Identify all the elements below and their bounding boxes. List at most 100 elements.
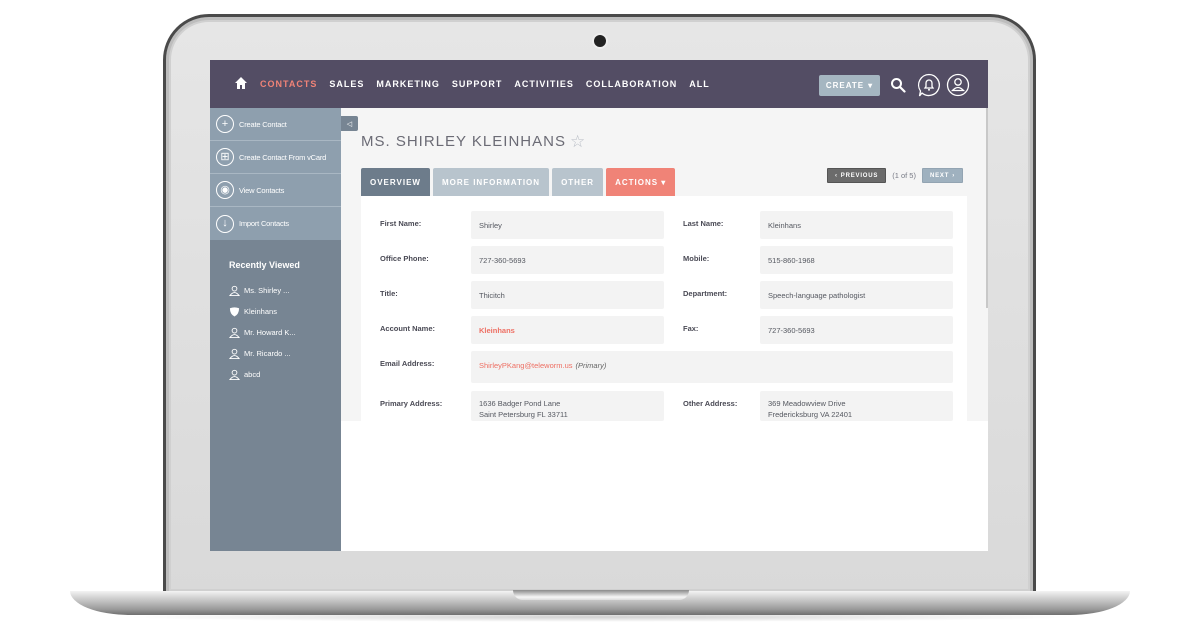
email-label: Email Address: bbox=[380, 359, 435, 368]
field-row: Account Name: Kleinhans Fax: 727-360-569… bbox=[361, 316, 967, 344]
nav-item-sales[interactable]: SALES bbox=[329, 79, 364, 89]
recent-item-label: Mr. Howard K... bbox=[244, 328, 296, 337]
next-button[interactable]: NEXT › bbox=[921, 168, 963, 183]
previous-label: PREVIOUS bbox=[840, 172, 879, 179]
recent-item[interactable]: Mr. Ricardo ... bbox=[229, 343, 341, 364]
person-icon bbox=[229, 285, 240, 296]
vcard-icon: ⊞ bbox=[216, 148, 234, 166]
recent-item[interactable]: Kleinhans bbox=[229, 301, 341, 322]
last-name-label: Last Name: bbox=[683, 219, 724, 228]
nav-menu: CONTACTS SALES MARKETING SUPPORT ACTIVIT… bbox=[260, 60, 710, 108]
other-address-value[interactable]: 369 Meadowview Drive Fredericksburg VA 2… bbox=[760, 391, 953, 421]
create-button[interactable]: CREATE ▾ bbox=[819, 75, 880, 96]
search-icon[interactable] bbox=[890, 77, 906, 93]
fax-value[interactable]: 727-360-5693 bbox=[760, 316, 953, 344]
email-primary-note: (Primary) bbox=[575, 361, 607, 370]
chevron-left-icon: ‹ bbox=[834, 172, 838, 179]
field-row: Email Address: ShirleyPKang@teleworm.us(… bbox=[361, 351, 967, 383]
pager-count: (1 of 5) bbox=[892, 171, 916, 180]
office-phone-label: Office Phone: bbox=[380, 254, 429, 263]
sidebar-action-import-contacts[interactable]: ↓ Import Contacts bbox=[210, 207, 341, 240]
sidebar-action-label: Create Contact bbox=[239, 119, 287, 129]
overview-panel: First Name: Shirley Last Name: Kleinhans… bbox=[361, 196, 967, 421]
field-row: Office Phone: 727-360-5693 Mobile: 515-8… bbox=[361, 246, 967, 274]
primary-address-value[interactable]: 1636 Badger Pond Lane Saint Petersburg F… bbox=[471, 391, 664, 421]
office-phone-value[interactable]: 727-360-5693 bbox=[471, 246, 664, 274]
create-label: CREATE bbox=[825, 81, 865, 90]
previous-button[interactable]: ‹ PREVIOUS bbox=[826, 168, 887, 183]
star-icon[interactable]: ☆ bbox=[570, 133, 586, 150]
recent-item-label: Ms. Shirley ... bbox=[244, 286, 290, 295]
sidebar-action-label: View Contacts bbox=[239, 185, 285, 195]
sidebar-action-label: Import Contacts bbox=[239, 219, 289, 228]
tab-actions[interactable]: ACTIONS ▾ bbox=[606, 168, 676, 196]
nav-item-contacts[interactable]: CONTACTS bbox=[260, 79, 317, 89]
nav-item-marketing[interactable]: MARKETING bbox=[376, 79, 440, 89]
top-navigation: CONTACTS SALES MARKETING SUPPORT ACTIVIT… bbox=[210, 60, 988, 108]
title-value[interactable]: Thicitch bbox=[471, 281, 664, 309]
nav-item-activities[interactable]: ACTIVITIES bbox=[514, 79, 574, 89]
record-title: MS. SHIRLEY KLEINHANS bbox=[361, 133, 566, 150]
title-label: Title: bbox=[380, 289, 398, 298]
plus-icon: + bbox=[216, 115, 234, 133]
camera-icon bbox=[594, 35, 606, 47]
page-title: MS. SHIRLEY KLEINHANS ☆ bbox=[361, 133, 586, 150]
recent-item[interactable]: abcd bbox=[229, 364, 341, 385]
first-name-value[interactable]: Shirley bbox=[471, 211, 664, 239]
sidebar-action-create-contact[interactable]: + Create Contact bbox=[210, 108, 341, 141]
sidebar-actions: + Create Contact ⊞ Create Contact From v… bbox=[210, 108, 341, 240]
recent-item-label: abcd bbox=[244, 370, 261, 379]
email-link[interactable]: ShirleyPKang@teleworm.us bbox=[479, 361, 573, 370]
mobile-label: Mobile: bbox=[683, 254, 710, 263]
department-value[interactable]: Speech-language pathologist bbox=[760, 281, 953, 309]
sidebar: + Create Contact ⊞ Create Contact From v… bbox=[210, 108, 341, 551]
tab-overview[interactable]: OVERVIEW bbox=[361, 168, 430, 196]
recently-viewed-heading: Recently Viewed bbox=[229, 260, 300, 270]
user-profile-icon[interactable] bbox=[946, 73, 970, 97]
record-pager: ‹ PREVIOUS (1 of 5) NEXT › bbox=[826, 168, 963, 183]
account-name-link[interactable]: Kleinhans bbox=[471, 316, 664, 344]
tab-other[interactable]: OTHER bbox=[552, 168, 604, 196]
scrollbar[interactable] bbox=[986, 108, 988, 308]
fax-label: Fax: bbox=[683, 324, 699, 333]
field-row: Title: Thicitch Department: Speech-langu… bbox=[361, 281, 967, 309]
recent-item-label: Mr. Ricardo ... bbox=[244, 349, 291, 358]
person-icon bbox=[229, 327, 240, 338]
recent-item[interactable]: Ms. Shirley ... bbox=[229, 280, 341, 301]
chevron-down-icon: ▾ bbox=[868, 81, 874, 90]
home-icon[interactable] bbox=[234, 76, 248, 90]
other-address-label: Other Address: bbox=[683, 399, 738, 408]
recent-item[interactable]: Mr. Howard K... bbox=[229, 322, 341, 343]
nav-item-all[interactable]: ALL bbox=[689, 79, 710, 89]
person-icon bbox=[229, 348, 240, 359]
other-address-line2: Fredericksburg VA 22401 bbox=[768, 410, 853, 419]
record-tabs: OVERVIEW MORE INFORMATION OTHER ACTIONS … bbox=[361, 168, 676, 196]
download-icon: ↓ bbox=[216, 214, 234, 233]
recent-item-label: Kleinhans bbox=[244, 307, 277, 316]
record-detail-view: MS. SHIRLEY KLEINHANS ☆ OVERVIEW MORE IN… bbox=[341, 108, 988, 421]
next-label: NEXT bbox=[929, 172, 950, 179]
primary-address-line1: 1636 Badger Pond Lane bbox=[479, 399, 561, 408]
field-row: Primary Address: 1636 Badger Pond Lane S… bbox=[361, 391, 967, 421]
sidebar-action-view-contacts[interactable]: ◉ View Contacts bbox=[210, 174, 341, 207]
sidebar-action-label: Create Contact From vCard bbox=[239, 152, 327, 162]
collapse-arrow-icon: ◁ bbox=[346, 120, 353, 128]
tab-more-information[interactable]: MORE INFORMATION bbox=[432, 168, 550, 196]
last-name-value[interactable]: Kleinhans bbox=[760, 211, 953, 239]
chevron-right-icon: › bbox=[952, 172, 955, 179]
first-name-label: First Name: bbox=[380, 219, 422, 228]
app-screen: CONTACTS SALES MARKETING SUPPORT ACTIVIT… bbox=[210, 60, 988, 551]
primary-address-label: Primary Address: bbox=[380, 399, 443, 408]
other-address-line1: 369 Meadowview Drive bbox=[768, 399, 846, 408]
eye-icon: ◉ bbox=[216, 181, 234, 199]
mobile-value[interactable]: 515-860-1968 bbox=[760, 246, 953, 274]
shield-icon bbox=[229, 307, 240, 317]
collapse-sidebar-button[interactable]: ◁ bbox=[341, 116, 358, 131]
nav-item-collaboration[interactable]: COLLABORATION bbox=[586, 79, 677, 89]
field-row: First Name: Shirley Last Name: Kleinhans bbox=[361, 211, 967, 239]
sidebar-action-create-from-vcard[interactable]: ⊞ Create Contact From vCard bbox=[210, 141, 341, 174]
notification-bell-icon[interactable] bbox=[917, 73, 941, 97]
primary-address-line2: Saint Petersburg FL 33711 bbox=[479, 410, 568, 419]
department-label: Department: bbox=[683, 289, 728, 298]
nav-item-support[interactable]: SUPPORT bbox=[452, 79, 503, 89]
